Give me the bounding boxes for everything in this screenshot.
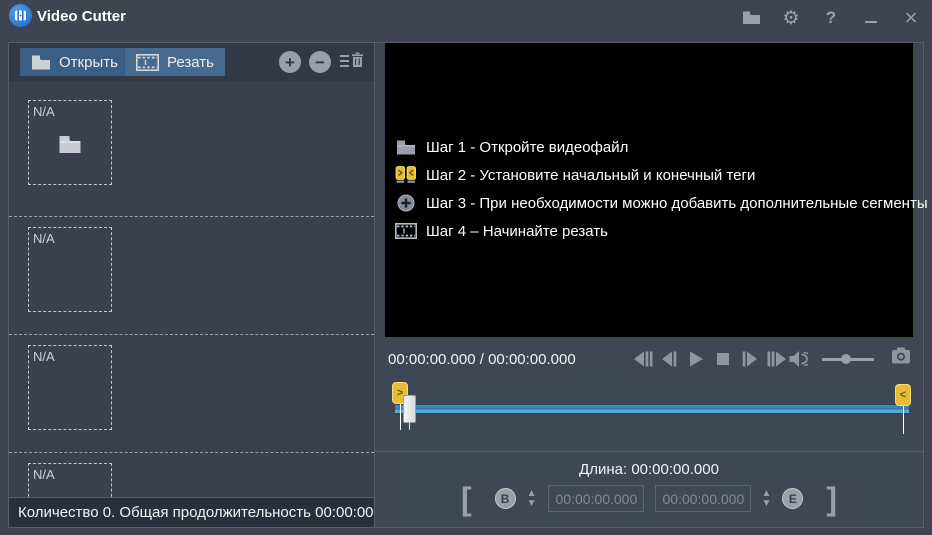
playhead-handle[interactable]: [403, 395, 416, 423]
step-3: Шаг 3 - При необходимости можно добавить…: [395, 189, 928, 217]
list-icon: [340, 52, 349, 67]
play-button[interactable]: [684, 349, 708, 369]
close-button[interactable]: ×: [898, 5, 924, 31]
segment-label: N/A: [33, 349, 55, 364]
seek-start-button[interactable]: [630, 349, 654, 369]
status-bar: Количество 0. Общая продолжительность 00…: [9, 497, 374, 527]
step-text: Шаг 1 - Откройте видеофайл: [426, 139, 628, 156]
transport-controls: [630, 349, 789, 369]
segment-thumbnail[interactable]: N/A: [28, 227, 112, 312]
segment-thumbnail[interactable]: N/A: [28, 345, 112, 430]
end-time-input[interactable]: [655, 485, 751, 512]
playlist-toolbar: Открыть Резать + −: [9, 43, 374, 81]
list-item[interactable]: N/A: [9, 463, 374, 499]
step-text: Шаг 2 - Установите начальный и конечный …: [426, 167, 755, 184]
app-title: Video Cutter: [37, 8, 126, 25]
mute-button[interactable]: [788, 349, 812, 369]
stepper-down-icon[interactable]: ▼: [527, 499, 537, 508]
title-bar: Video Cutter ⚙ ? ×: [0, 0, 932, 36]
folder-icon: [58, 135, 83, 154]
step-2: Шаг 2 - Установите начальный и конечный …: [395, 161, 928, 189]
film-strip-icon: [395, 223, 417, 239]
stepper-up-icon[interactable]: ▲: [527, 489, 537, 498]
stepper-down-icon[interactable]: ▼: [762, 499, 772, 508]
start-tag-line: [400, 404, 401, 430]
tags-icon: [395, 166, 417, 184]
settings-gear-icon[interactable]: ⚙: [778, 5, 804, 31]
speaker-icon: [788, 350, 808, 368]
folder-icon: [395, 140, 417, 155]
playlist-items: N/A N/A N/A N/A: [9, 81, 374, 499]
step-text: Шаг 4 – Начинайте резать: [426, 223, 608, 240]
plus-circle-icon: [395, 194, 417, 212]
app-logo-icon: [9, 4, 32, 27]
segment-thumbnail[interactable]: N/A: [28, 463, 112, 499]
time-display: 00:00:00.000 / 00:00:00.000: [388, 351, 576, 368]
begin-marker-button[interactable]: B: [495, 488, 516, 509]
segment-length-label: Длина: 00:00:00.000: [375, 461, 923, 478]
snapshot-button[interactable]: [891, 347, 911, 364]
cut-video-label: Резать: [167, 54, 214, 71]
step-4: Шаг 4 – Начинайте резать: [395, 217, 928, 245]
help-button[interactable]: ?: [818, 5, 844, 31]
stop-button[interactable]: [711, 349, 735, 369]
set-start-bracket-button[interactable]: [: [461, 486, 472, 512]
volume-slider[interactable]: [822, 349, 874, 369]
end-marker-button[interactable]: E: [782, 488, 803, 509]
open-video-button[interactable]: Открыть: [20, 48, 129, 76]
trash-icon: [351, 52, 364, 67]
segment-label: N/A: [33, 104, 55, 119]
start-time-stepper[interactable]: ▲ ▼: [527, 489, 537, 508]
list-item[interactable]: N/A: [9, 345, 374, 453]
segment-controls: [ B ▲ ▼ ▲ ▼ E ]: [375, 485, 923, 512]
playlist-panel: Открыть Резать + −: [8, 42, 375, 528]
film-strip-icon: [136, 54, 159, 71]
timeline-track[interactable]: [395, 404, 909, 414]
folder-icon: [31, 55, 51, 70]
stepper-up-icon[interactable]: ▲: [762, 489, 772, 498]
camera-icon: [891, 347, 911, 364]
segment-label: N/A: [33, 231, 55, 246]
prev-frame-button[interactable]: [657, 349, 681, 369]
end-tag-line: [903, 406, 904, 434]
clear-list-button[interactable]: [340, 52, 364, 67]
end-time-stepper[interactable]: ▲ ▼: [762, 489, 772, 508]
instruction-steps: Шаг 1 - Откройте видеофайл Шаг 2 - Устан…: [395, 133, 928, 245]
cut-video-button[interactable]: Резать: [125, 48, 225, 76]
minimize-button[interactable]: [858, 5, 884, 31]
open-video-label: Открыть: [59, 54, 118, 71]
player-panel: Шаг 1 - Откройте видеофайл Шаг 2 - Устан…: [375, 42, 924, 528]
step-text: Шаг 3 - При необходимости можно добавить…: [426, 195, 928, 212]
seek-end-button[interactable]: [765, 349, 789, 369]
end-tag-marker[interactable]: <: [895, 384, 911, 406]
add-segment-button[interactable]: +: [279, 51, 301, 73]
minimize-icon: [865, 21, 877, 23]
remove-segment-button[interactable]: −: [309, 51, 331, 73]
segment-label: N/A: [33, 467, 55, 482]
segment-thumbnail[interactable]: N/A: [28, 100, 112, 185]
segment-zone: Длина: 00:00:00.000 [ B ▲ ▼ ▲ ▼ E ]: [375, 451, 923, 528]
volume-thumb[interactable]: [841, 354, 851, 364]
next-frame-button[interactable]: [738, 349, 762, 369]
list-item[interactable]: N/A: [9, 227, 374, 335]
open-file-titlebar-button[interactable]: [738, 5, 764, 31]
step-1: Шаг 1 - Откройте видеофайл: [395, 133, 928, 161]
list-item[interactable]: N/A: [9, 100, 374, 217]
set-end-bracket-button[interactable]: ]: [826, 486, 837, 512]
video-preview: Шаг 1 - Откройте видеофайл Шаг 2 - Устан…: [385, 43, 913, 337]
start-time-input[interactable]: [548, 485, 644, 512]
